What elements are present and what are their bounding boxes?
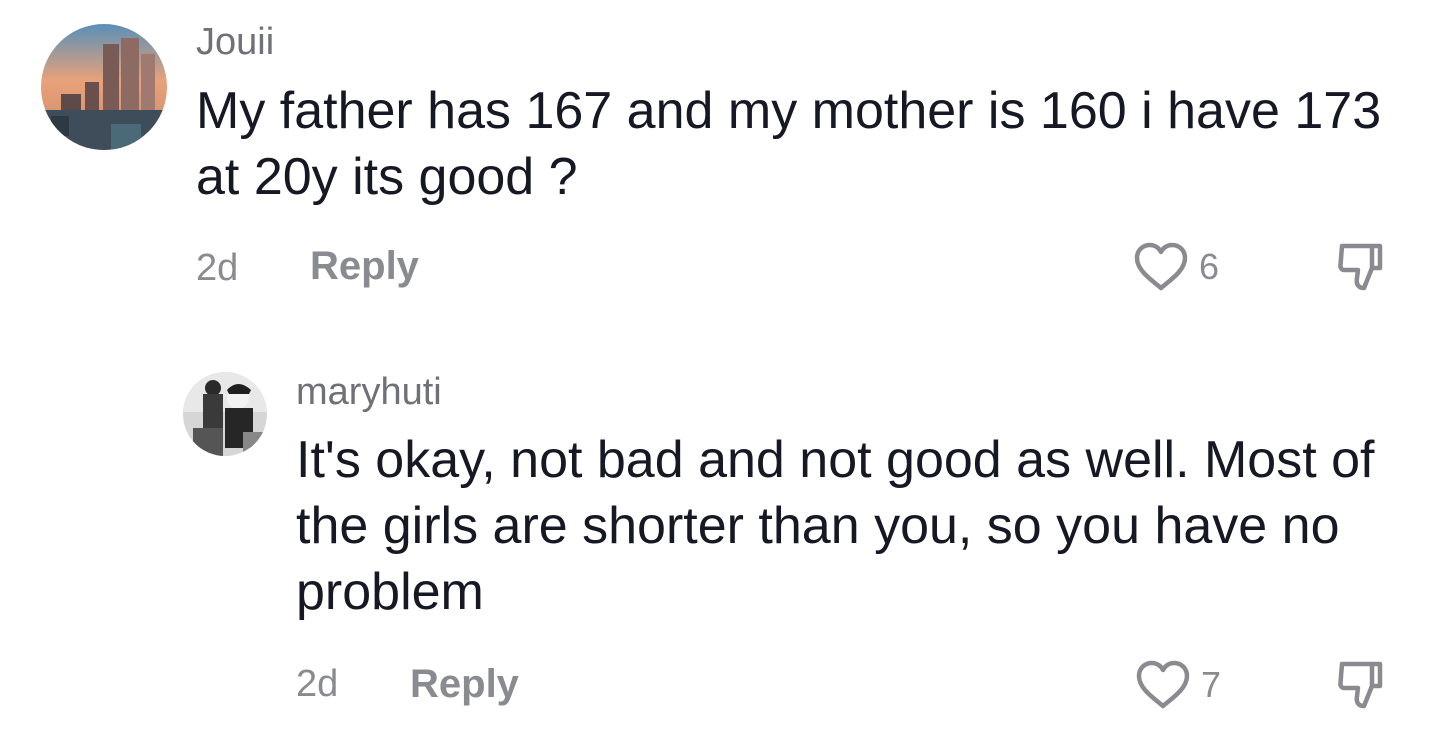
heart-icon — [1134, 242, 1188, 291]
thumbs-down-icon — [1338, 243, 1383, 291]
thumbs-down-icon — [1338, 661, 1383, 709]
black-white-photo-icon — [183, 372, 267, 456]
comment-text: It's okay, not bad and not good as well.… — [296, 431, 1375, 621]
user-avatar[interactable] — [41, 24, 167, 150]
comment-item: Jouii My father has 167 and my mother is… — [0, 0, 1440, 330]
city-skyline-icon — [41, 24, 167, 150]
comment-timestamp: 2d — [196, 247, 239, 289]
reply-comment-item: maryhuti It's okay, not bad and not good… — [0, 340, 1440, 740]
like-button[interactable]: 7 — [1135, 660, 1221, 710]
like-count: 7 — [1201, 664, 1222, 705]
reply-button[interactable]: Reply — [310, 244, 419, 288]
reply-button[interactable]: Reply — [410, 662, 519, 706]
comment-text: My father has 167 and my mother is 160 i… — [196, 82, 1382, 206]
user-avatar[interactable] — [183, 372, 267, 456]
heart-icon — [1136, 660, 1190, 709]
comment-username[interactable]: Jouii — [196, 20, 274, 64]
dislike-button[interactable] — [1336, 240, 1390, 294]
dislike-button[interactable] — [1336, 658, 1390, 712]
like-count: 6 — [1199, 246, 1220, 287]
comment-username[interactable]: maryhuti — [296, 370, 442, 414]
like-button[interactable]: 6 — [1133, 242, 1219, 292]
comment-timestamp: 2d — [296, 663, 339, 705]
